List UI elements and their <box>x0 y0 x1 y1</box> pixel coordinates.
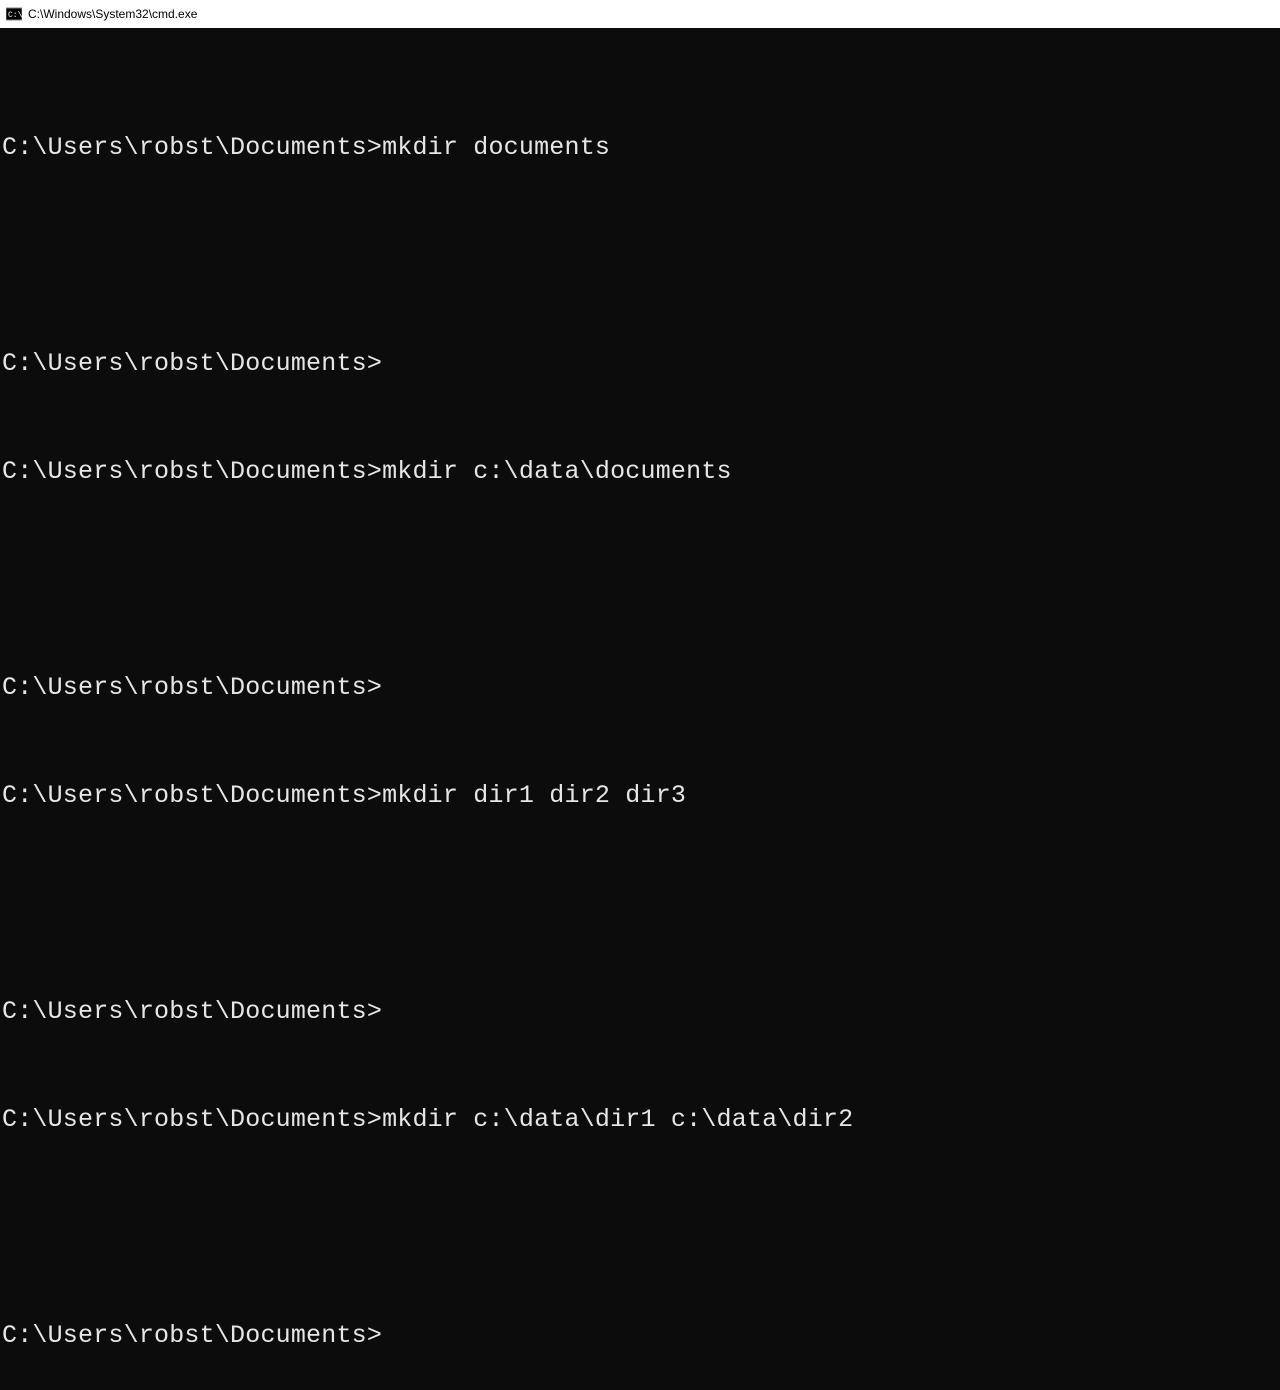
terminal-line: C:\Users\robst\Documents>mkdir c:\data\d… <box>2 454 1278 490</box>
prompt: C:\Users\robst\Documents> <box>2 997 382 1026</box>
command: mkdir c:\data\documents <box>382 457 732 486</box>
window-title: C:\Windows\System32\cmd.exe <box>28 7 197 21</box>
window-titlebar[interactable]: C:\ C:\Windows\System32\cmd.exe <box>0 0 1280 28</box>
command: mkdir documents <box>382 133 610 162</box>
terminal-line: C:\Users\robst\Documents> <box>2 670 1278 706</box>
terminal-blank-line <box>2 1210 1278 1246</box>
terminal-line: C:\Users\robst\Documents>mkdir dir1 dir2… <box>2 778 1278 814</box>
terminal-blank-line <box>2 238 1278 274</box>
terminal-blank-line <box>2 562 1278 598</box>
terminal-line: C:\Users\robst\Documents>mkdir c:\data\d… <box>2 1102 1278 1138</box>
terminal-line: C:\Users\robst\Documents> <box>2 1318 1278 1354</box>
terminal-line: C:\Users\robst\Documents> <box>2 994 1278 1030</box>
terminal-blank-line <box>2 886 1278 922</box>
command: mkdir c:\data\dir1 c:\data\dir2 <box>382 1105 853 1134</box>
prompt: C:\Users\robst\Documents> <box>2 1105 382 1134</box>
terminal-line: C:\Users\robst\Documents> <box>2 346 1278 382</box>
prompt: C:\Users\robst\Documents> <box>2 457 382 486</box>
terminal-line: C:\Users\robst\Documents>mkdir documents <box>2 130 1278 166</box>
cmd-icon: C:\ <box>6 6 22 22</box>
command: mkdir dir1 dir2 dir3 <box>382 781 686 810</box>
prompt: C:\Users\robst\Documents> <box>2 781 382 810</box>
prompt: C:\Users\robst\Documents> <box>2 349 382 378</box>
prompt: C:\Users\robst\Documents> <box>2 673 382 702</box>
prompt: C:\Users\robst\Documents> <box>2 1321 382 1350</box>
terminal-output[interactable]: C:\Users\robst\Documents>mkdir documents… <box>0 28 1280 720</box>
svg-text:C:\: C:\ <box>8 11 22 20</box>
prompt: C:\Users\robst\Documents> <box>2 133 382 162</box>
